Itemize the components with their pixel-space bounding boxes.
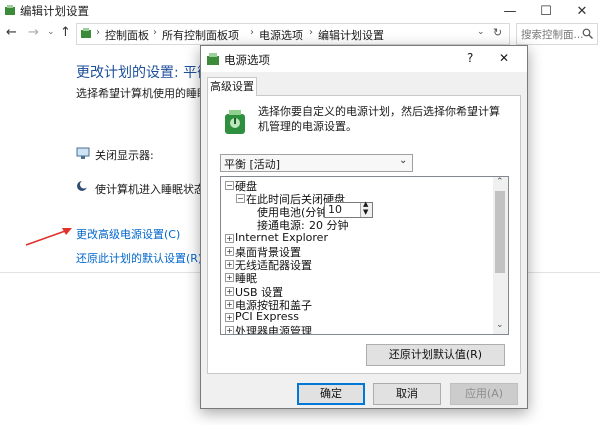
maximize-button[interactable]: ☐ bbox=[528, 0, 564, 22]
close-icon: ✕ bbox=[576, 3, 588, 19]
minimize-icon: — bbox=[503, 3, 517, 19]
navigation-bar: ← → ⌄ ↑ › 控制面板 › 所有控制面板项 › 电源选项 › 编辑计划设置… bbox=[0, 22, 600, 46]
maximize-icon: ☐ bbox=[540, 3, 552, 19]
change-advanced-settings-link[interactable]: 更改高级电源设置(C) bbox=[76, 226, 180, 242]
expand-toggle-icon[interactable]: + bbox=[225, 273, 234, 282]
collapse-toggle-icon[interactable]: − bbox=[225, 181, 234, 190]
sleep-moon-icon bbox=[77, 180, 88, 191]
advanced-settings-panel: 选择你要自定义的电源计划，然后选择你希望计算机管理的电源设置。 平衡 [活动] … bbox=[207, 95, 521, 374]
ok-button[interactable]: 确定 bbox=[297, 383, 365, 405]
power-options-icon bbox=[5, 5, 15, 15]
breadcrumb-separator-icon: › bbox=[153, 27, 157, 38]
breadcrumb-separator-icon: › bbox=[309, 27, 313, 38]
monitor-icon bbox=[76, 147, 90, 159]
window-titlebar: 编辑计划设置 — ☐ ✕ bbox=[0, 0, 600, 22]
breadcrumb-separator-icon: › bbox=[96, 27, 100, 38]
expand-toggle-icon[interactable]: + bbox=[225, 234, 234, 243]
expand-toggle-icon[interactable]: + bbox=[225, 260, 234, 269]
power-options-icon bbox=[207, 53, 219, 65]
search-icon bbox=[582, 28, 593, 39]
spin-up-icon[interactable]: ▲ bbox=[363, 200, 368, 208]
battery-plan-icon bbox=[225, 110, 245, 134]
display-off-label: 关闭显示器: bbox=[95, 149, 154, 162]
restore-plan-defaults-button[interactable]: 还原计划默认值(R) bbox=[366, 344, 505, 366]
forward-arrow-icon[interactable]: → bbox=[28, 25, 39, 40]
help-button[interactable]: ? bbox=[467, 51, 473, 65]
window-title: 编辑计划设置 bbox=[20, 4, 89, 18]
breadcrumb-item[interactable]: 控制面板 bbox=[105, 27, 149, 43]
dialog-titlebar: 电源选项 ? ✕ bbox=[201, 46, 527, 72]
tab-advanced-settings[interactable]: 高级设置 bbox=[207, 77, 257, 96]
chevron-down-icon: ⌄ bbox=[399, 155, 408, 166]
up-arrow-icon[interactable]: ↑ bbox=[60, 25, 71, 40]
page-title: 更改计划的设置: 平衡 bbox=[76, 65, 212, 81]
breadcrumb-separator-icon: › bbox=[250, 27, 254, 38]
close-button[interactable]: ✕ bbox=[564, 0, 600, 22]
dialog-description: 选择你要自定义的电源计划，然后选择你希望计算机管理的电源设置。 bbox=[258, 105, 500, 133]
power-plan-select[interactable]: 平衡 [活动] ⌄ bbox=[220, 154, 413, 172]
minimize-button[interactable]: — bbox=[492, 0, 528, 22]
sleep-label: 使计算机进入睡眠状态: bbox=[95, 183, 209, 196]
power-plan-value: 平衡 [活动] bbox=[224, 158, 281, 171]
on-battery-input[interactable]: 10 bbox=[328, 203, 342, 216]
tree-node[interactable]: 处理器电源管理 bbox=[235, 323, 312, 334]
on-battery-spinner[interactable]: 10 ▲ ▼ bbox=[324, 200, 373, 218]
expand-toggle-icon[interactable]: + bbox=[225, 287, 234, 296]
breadcrumb-item[interactable]: 所有控制面板项 bbox=[162, 27, 239, 43]
dialog-title: 电源选项 bbox=[224, 53, 270, 67]
collapse-toggle-icon[interactable]: − bbox=[236, 194, 245, 203]
cancel-button[interactable]: 取消 bbox=[373, 383, 441, 405]
scroll-down-icon[interactable]: ⌄ bbox=[496, 320, 504, 330]
search-box[interactable]: 搜索控制面... bbox=[516, 23, 598, 45]
apply-button[interactable]: 应用(A) bbox=[450, 383, 518, 405]
expand-toggle-icon[interactable]: + bbox=[225, 300, 234, 309]
tree-node[interactable]: Internet Explorer bbox=[235, 231, 328, 244]
expand-toggle-icon[interactable]: + bbox=[225, 313, 234, 322]
settings-tree[interactable]: − 硬盘 − 在此时间后关闭硬盘 使用电池(分钟): 10 ▲ ▼ 接通电源: … bbox=[220, 176, 509, 335]
address-dropdown-icon[interactable]: ⌄ bbox=[477, 27, 485, 37]
tree-node[interactable]: PCI Express bbox=[235, 310, 299, 323]
tree-scrollbar[interactable]: ⌃ ⌄ bbox=[493, 177, 508, 334]
expand-toggle-icon[interactable]: + bbox=[225, 326, 234, 334]
control-panel-icon bbox=[81, 28, 91, 38]
spin-down-icon[interactable]: ▼ bbox=[363, 208, 368, 216]
refresh-icon[interactable]: ↻ bbox=[493, 26, 502, 39]
recent-pages-chevron-icon[interactable]: ⌄ bbox=[47, 27, 55, 37]
back-arrow-icon[interactable]: ← bbox=[6, 25, 17, 40]
restore-defaults-link[interactable]: 还原此计划的默认设置(R) bbox=[76, 250, 202, 266]
breadcrumb-item[interactable]: 编辑计划设置 bbox=[318, 27, 384, 43]
page-subtitle: 选择希望计算机使用的睡眠 bbox=[76, 87, 208, 100]
dialog-close-icon[interactable]: ✕ bbox=[499, 51, 509, 65]
red-arrow-annotation bbox=[25, 228, 72, 246]
scrollbar-thumb[interactable] bbox=[495, 191, 505, 273]
power-options-dialog: 电源选项 ? ✕ 高级设置 选择你要自定义的电源计划，然后选择你希望计算机管理的… bbox=[200, 45, 528, 409]
search-input[interactable]: 搜索控制面... bbox=[521, 27, 584, 42]
spinner-buttons[interactable]: ▲ ▼ bbox=[360, 200, 372, 217]
breadcrumb-item[interactable]: 电源选项 bbox=[259, 27, 303, 43]
address-bar[interactable]: › 控制面板 › 所有控制面板项 › 电源选项 › 编辑计划设置 ⌄ ↻ bbox=[76, 23, 510, 45]
scroll-up-icon[interactable]: ⌃ bbox=[496, 177, 504, 187]
expand-toggle-icon[interactable]: + bbox=[225, 247, 234, 256]
